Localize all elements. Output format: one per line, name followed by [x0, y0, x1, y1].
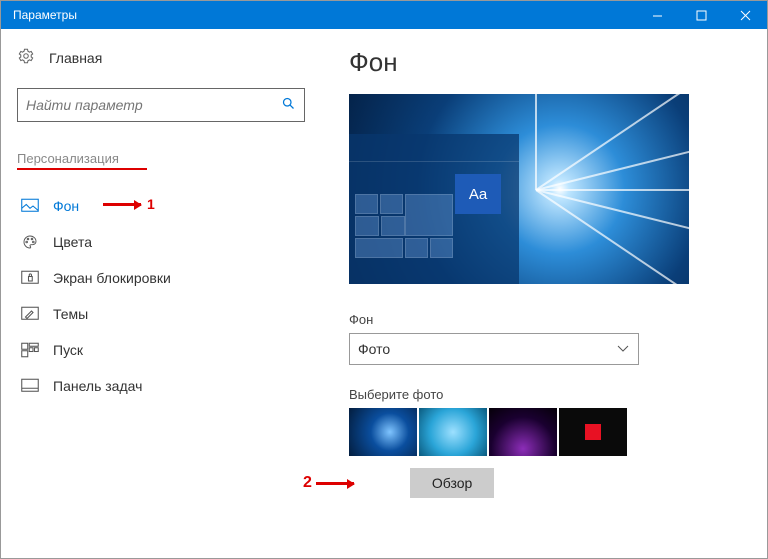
nav-item-background[interactable]: Фон 1: [17, 188, 305, 224]
nav-item-taskbar[interactable]: Панель задач: [17, 368, 305, 404]
chevron-down-icon: [616, 341, 630, 357]
annotation-underline: [17, 168, 147, 170]
window-title: Параметры: [1, 8, 77, 22]
photo-thumb-1[interactable]: [349, 408, 417, 456]
nav-item-colors[interactable]: Цвета: [17, 224, 305, 260]
bg-type-label: Фон: [349, 312, 743, 327]
browse-button[interactable]: Обзор: [410, 468, 494, 498]
nav-label: Фон: [53, 198, 79, 214]
nav-item-start[interactable]: Пуск: [17, 332, 305, 368]
photo-thumb-4[interactable]: [559, 408, 627, 456]
sample-text-tile: Aa: [455, 174, 501, 214]
maximize-button[interactable]: [679, 1, 723, 29]
photo-thumb-3[interactable]: [489, 408, 557, 456]
sidebar: Главная Персонализация Фон 1 Цвета Экран…: [1, 29, 321, 558]
preview-overlay: Aa: [349, 134, 519, 284]
gear-icon: [17, 47, 35, 68]
search-input[interactable]: [26, 97, 281, 113]
window-controls: [635, 1, 767, 29]
background-preview: Aa: [349, 94, 689, 284]
nav-item-themes[interactable]: Темы: [17, 296, 305, 332]
close-button[interactable]: [723, 1, 767, 29]
search-icon: [281, 96, 296, 114]
home-label: Главная: [49, 50, 102, 66]
arrow-icon: [103, 203, 141, 206]
nav-item-lockscreen[interactable]: Экран блокировки: [17, 260, 305, 296]
nav-label: Цвета: [53, 234, 92, 250]
nav-label: Темы: [53, 306, 88, 322]
nav-label: Панель задач: [53, 378, 142, 394]
search-box[interactable]: [17, 88, 305, 122]
annotation-1: 1: [103, 196, 155, 212]
photo-thumb-2[interactable]: [419, 408, 487, 456]
nav-label: Экран блокировки: [53, 270, 171, 286]
main-panel: Фон Aa Фон Фото Выберите фото: [321, 29, 767, 558]
dropdown-value: Фото: [358, 341, 390, 357]
home-link[interactable]: Главная: [17, 47, 305, 68]
annotation-2: 2: [303, 474, 354, 492]
content: Главная Персонализация Фон 1 Цвета Экран…: [1, 29, 767, 558]
arrow-icon: [316, 482, 354, 485]
choose-photo-label: Выберите фото: [349, 387, 743, 402]
page-title: Фон: [349, 47, 743, 78]
section-label: Персонализация: [17, 151, 119, 166]
photo-thumbnails: [349, 408, 743, 456]
minimize-button[interactable]: [635, 1, 679, 29]
titlebar: Параметры: [1, 1, 767, 29]
nav-label: Пуск: [53, 342, 83, 358]
background-type-dropdown[interactable]: Фото: [349, 333, 639, 365]
